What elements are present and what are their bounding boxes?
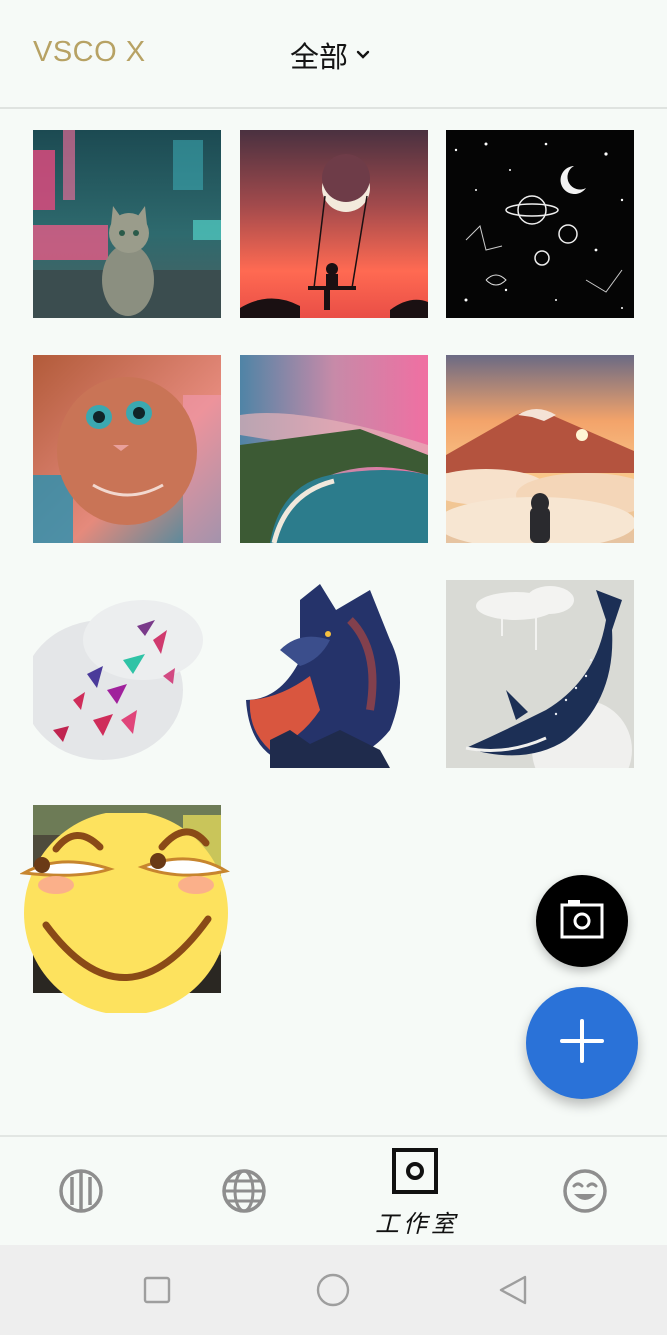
home-button[interactable] xyxy=(316,1273,350,1312)
nav-feed[interactable] xyxy=(58,1168,104,1219)
photo-thumbnail xyxy=(446,355,634,543)
smiley-face-icon xyxy=(562,1169,608,1218)
nav-profile[interactable] xyxy=(562,1168,608,1219)
recent-apps-button[interactable] xyxy=(143,1276,171,1309)
gallery-tile-whale[interactable] xyxy=(446,580,634,768)
gallery-tile-mountain[interactable] xyxy=(446,355,634,543)
gallery-tile-cat-closeup[interactable] xyxy=(33,355,221,543)
photo-thumbnail xyxy=(240,580,428,768)
app-root: VSCO X 全部 工作室 xyxy=(0,0,667,1335)
top-header: VSCO X 全部 xyxy=(0,0,667,109)
gallery-tile-cat-neon[interactable] xyxy=(33,130,221,318)
nav-studio[interactable] xyxy=(392,1148,438,1199)
square-icon xyxy=(143,1276,171,1308)
photo-thumbnail xyxy=(240,355,428,543)
gallery-tile-origami-birds[interactable] xyxy=(33,580,221,768)
gallery-tile-moon-swing[interactable] xyxy=(240,130,428,318)
nav-studio-label: 工作室 xyxy=(375,1210,459,1238)
add-button[interactable] xyxy=(526,987,638,1099)
feed-circle-icon xyxy=(58,1169,104,1218)
nav-discover[interactable] xyxy=(221,1168,267,1219)
studio-square-icon xyxy=(392,1148,438,1198)
photo-thumbnail xyxy=(33,355,221,543)
plus-icon xyxy=(558,1017,606,1070)
gallery-tile-coast[interactable] xyxy=(240,355,428,543)
camera-icon xyxy=(560,899,604,944)
photo-thumbnail xyxy=(33,580,221,768)
photo-thumbnail xyxy=(446,130,634,318)
filter-dropdown[interactable]: 全部 xyxy=(290,34,370,76)
smirk-emoji-sticker xyxy=(19,811,232,1015)
gallery-tile-fox[interactable] xyxy=(240,580,428,768)
back-button[interactable] xyxy=(497,1274,529,1311)
photo-thumbnail xyxy=(33,130,221,318)
circle-icon xyxy=(316,1273,350,1311)
back-triangle-icon xyxy=(497,1275,529,1310)
system-navigation-bar xyxy=(0,1245,667,1335)
gallery-tile-space[interactable] xyxy=(446,130,634,318)
globe-icon xyxy=(221,1169,267,1218)
filter-label: 全部 xyxy=(290,40,349,74)
photo-thumbnail xyxy=(240,130,428,318)
brand-logo[interactable]: VSCO X xyxy=(33,36,146,69)
camera-button[interactable] xyxy=(536,875,628,967)
photo-thumbnail xyxy=(446,580,634,768)
chevron-down-icon xyxy=(356,50,370,60)
